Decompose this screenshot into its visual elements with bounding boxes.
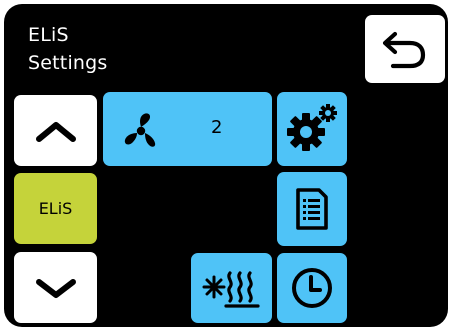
scroll-down-button[interactable] [14, 252, 97, 323]
elis-mode-button[interactable]: ELiS [14, 173, 97, 244]
screen-title-line2: Settings [28, 52, 108, 74]
screen-title-line1: ELiS [28, 24, 69, 46]
fan-level-button[interactable]: 2 [103, 92, 272, 166]
back-arrow-icon [382, 31, 426, 69]
gears-icon [287, 104, 337, 151]
document-button[interactable] [277, 172, 347, 246]
scroll-up-button[interactable] [14, 95, 97, 166]
chevron-up-icon [35, 121, 76, 142]
chevron-down-icon [35, 278, 76, 298]
clock-icon [292, 268, 332, 308]
heat-exchanger-icon [202, 271, 260, 308]
fan-icon [124, 113, 156, 147]
elis-mode-label: ELiS [38, 199, 73, 218]
heating-button[interactable] [191, 253, 272, 323]
document-list-icon [296, 188, 328, 230]
timer-button[interactable] [277, 253, 347, 323]
settings-button[interactable] [277, 92, 347, 166]
fan-level-value: 2 [211, 117, 223, 138]
back-button[interactable] [365, 15, 445, 83]
